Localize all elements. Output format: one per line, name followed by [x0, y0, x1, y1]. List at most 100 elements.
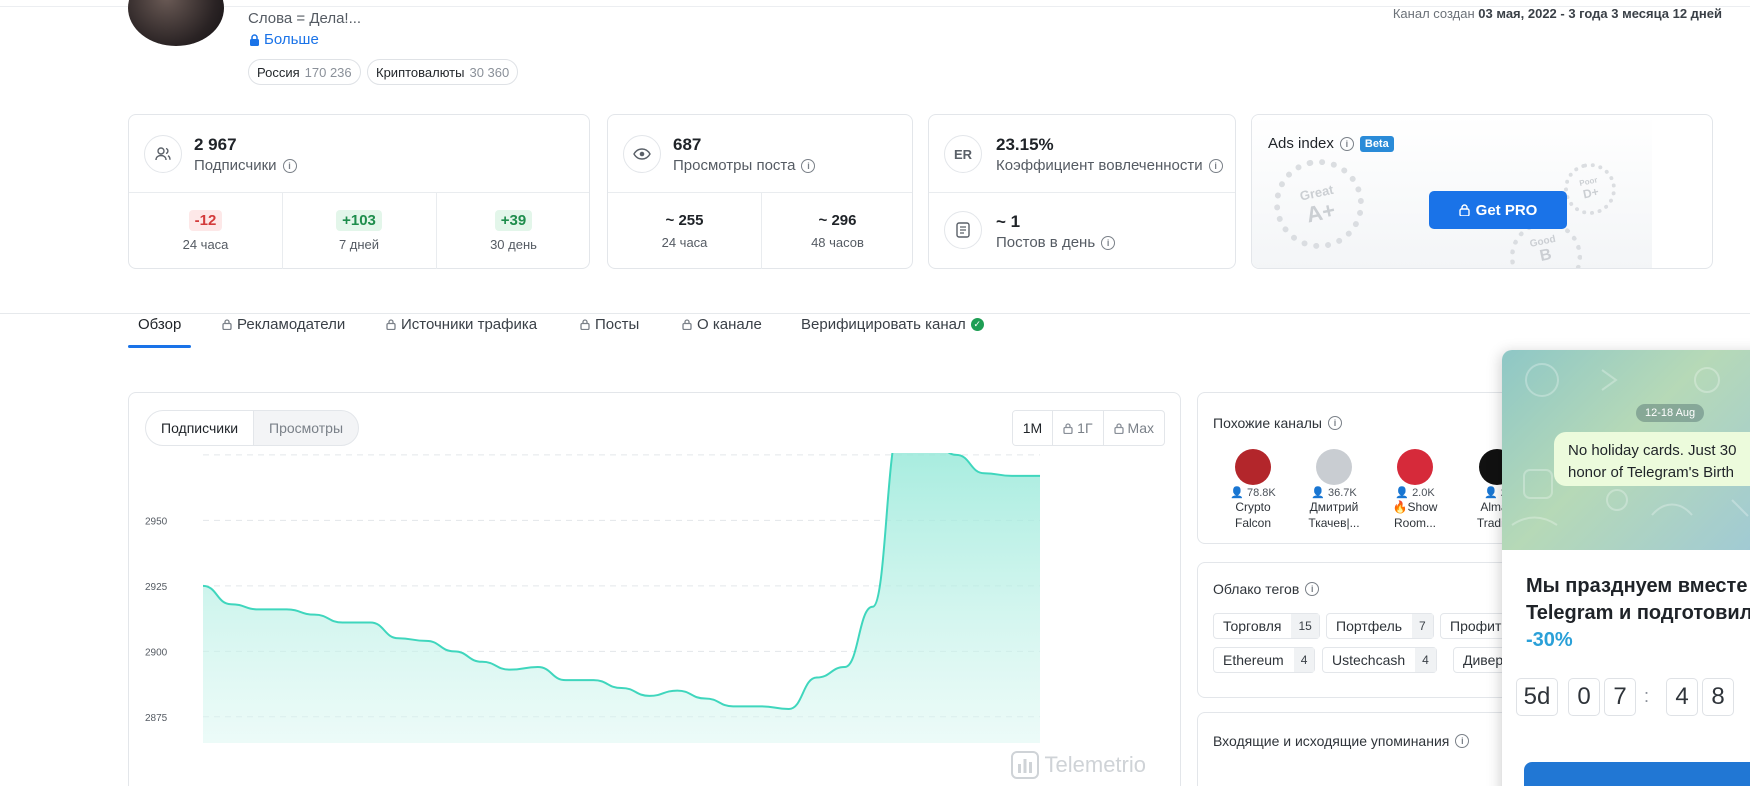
chart-point — [397, 637, 399, 639]
tag-label: Профит — [1450, 618, 1502, 634]
channel-name: Crypto Falcon — [1234, 500, 1272, 530]
range-max[interactable]: Max — [1102, 411, 1164, 445]
get-pro-label: Get PRO — [1475, 201, 1538, 219]
tag-count: 7 — [1412, 614, 1433, 638]
info-icon[interactable]: i — [282, 158, 297, 173]
info-icon[interactable]: i — [801, 158, 816, 173]
tag-item[interactable]: Торговля 15 — [1213, 613, 1320, 639]
info-icon[interactable]: i — [1339, 136, 1354, 151]
get-pro-button[interactable]: Get PRO — [1429, 191, 1567, 229]
tab-label: О канале — [697, 316, 762, 333]
lock-icon — [1113, 422, 1124, 434]
tab-about[interactable]: О канале — [682, 316, 762, 333]
subscribers-chart[interactable]: 2875 2900 2925 2950 — [129, 453, 1182, 786]
tab-verify[interactable]: Верифицировать канал ✓ — [801, 316, 984, 333]
chart-point — [230, 603, 232, 605]
channel-description: Слова = Дела!... — [248, 10, 362, 27]
chart-point — [760, 705, 762, 707]
tab-advertisers[interactable]: Рекламодатели — [222, 316, 345, 333]
card-divider — [129, 192, 589, 193]
chart-card: Подписчики Просмотры 1М 1Г Max 2875 2900 2… — [128, 392, 1181, 786]
info-icon[interactable]: i — [1208, 158, 1223, 173]
chart-point — [453, 650, 455, 652]
tag-count: 4 — [1293, 648, 1315, 672]
channel-avatar — [1397, 449, 1433, 485]
similar-channel-item[interactable]: 👤 36.7K Дмитрий Ткачев|... — [1299, 449, 1369, 531]
similar-channel-item[interactable]: 👤 2.0K 🔥Show Room... — [1380, 449, 1450, 531]
info-icon[interactable]: i — [1328, 416, 1342, 430]
chart-point — [676, 690, 678, 692]
chart-point — [425, 640, 427, 642]
active-tab-indicator — [128, 345, 191, 348]
timer-separator: : — [1644, 686, 1650, 706]
range-1y[interactable]: 1Г — [1052, 411, 1102, 445]
tab-overview[interactable]: Обзор — [138, 316, 181, 333]
watermark-text: Telemetrio — [1044, 752, 1146, 777]
promo-popup: 12-18 Aug No holiday cards. Just 30 hono… — [1502, 350, 1750, 786]
info-icon[interactable]: i — [1455, 734, 1470, 748]
subscribers-value: 2 967 — [194, 135, 237, 154]
er-label-text: Коэффициент вовлеченности — [996, 157, 1203, 174]
tag-count: 4 — [1415, 648, 1436, 672]
lock-icon — [580, 319, 590, 330]
tab-label: Верифицировать канал — [801, 316, 966, 333]
tag-label: Ustechcash — [1332, 652, 1406, 668]
tag-item[interactable]: Портфель 7 — [1326, 613, 1434, 639]
category-chip-topic[interactable]: Криптовалюты 30 360 — [367, 59, 519, 85]
chart-point — [816, 677, 818, 679]
chart-y-axis: 2875 2900 2925 2950 — [145, 516, 168, 723]
chart-point — [955, 454, 957, 456]
tab-label: Обзор — [138, 316, 182, 333]
toggle-views[interactable]: Просмотры — [254, 411, 358, 445]
tag-label: Портфель — [1336, 618, 1403, 634]
chart-point — [593, 679, 595, 681]
similar-channel-item[interactable]: 👤 78.8K Crypto Falcon — [1218, 449, 1288, 531]
promo-discount: -30% — [1526, 629, 1573, 651]
info-icon[interactable]: i — [1101, 235, 1116, 250]
lock-icon — [250, 33, 259, 46]
delta-period: 30 день — [490, 237, 537, 252]
toggle-subscribers[interactable]: Подписчики — [146, 411, 255, 445]
promo-banner: 12-18 Aug No holiday cards. Just 30 hono… — [1502, 350, 1750, 550]
posts-per-day-label: Постов в день i — [996, 234, 1116, 251]
range-selector: 1М 1Г Max — [1011, 410, 1165, 446]
chart-point — [872, 606, 874, 608]
er-icon: ER — [944, 135, 982, 173]
tag-label: Дивер — [1463, 652, 1504, 668]
views-label: Просмотры поста i — [673, 157, 816, 174]
range-1m[interactable]: 1М — [1012, 411, 1053, 445]
er-value: 23.15% — [996, 135, 1054, 154]
lock-icon — [222, 319, 232, 330]
metric-toggle: Подписчики Просмотры — [145, 410, 360, 446]
subscribers-card: 2 967 Подписчики i -12 24 часа +103 7 дн… — [128, 114, 590, 269]
views-period-value: ~ 296 — [818, 212, 857, 229]
more-link[interactable]: Больше — [249, 31, 319, 48]
promo-title-line: Telegram и подготовил — [1526, 602, 1750, 624]
chart-point — [314, 614, 316, 616]
chart-point — [202, 585, 204, 587]
users-icon — [144, 135, 182, 173]
chart-point — [258, 608, 260, 610]
created-label: Канал создан — [1392, 6, 1475, 21]
tab-traffic-sources[interactable]: Источники трафика — [386, 316, 537, 333]
similar-title: Похожие каналы — [1213, 415, 1322, 431]
verified-check-icon: ✓ — [970, 318, 984, 331]
promo-cta-button[interactable] — [1524, 762, 1750, 786]
views-period-label: 48 часов — [811, 235, 864, 250]
bubble-line: honor of Telegram's Birth — [1568, 464, 1735, 481]
views-48h: ~ 296 48 часов — [761, 212, 914, 250]
timer-digit: 4 — [1666, 678, 1698, 716]
subscribers-delta-7d: +103 7 дней — [282, 210, 436, 252]
chart-point — [732, 705, 734, 707]
chip-count: 170 236 — [304, 64, 352, 80]
chart-point — [509, 669, 511, 671]
delta-value: +39 — [494, 210, 533, 231]
tag-item[interactable]: Ethereum 4 — [1213, 647, 1316, 673]
category-chip-country[interactable]: Россия 170 236 — [248, 59, 361, 85]
tag-item[interactable]: Ustechcash 4 — [1322, 647, 1437, 673]
info-icon[interactable]: i — [1305, 582, 1320, 596]
tab-posts[interactable]: Посты — [580, 316, 639, 333]
mentions-title: Входящие и исходящие упоминания — [1213, 733, 1450, 749]
channel-name: 🔥Show Room... — [1392, 500, 1438, 530]
timer-digit: 7 — [1604, 678, 1636, 716]
